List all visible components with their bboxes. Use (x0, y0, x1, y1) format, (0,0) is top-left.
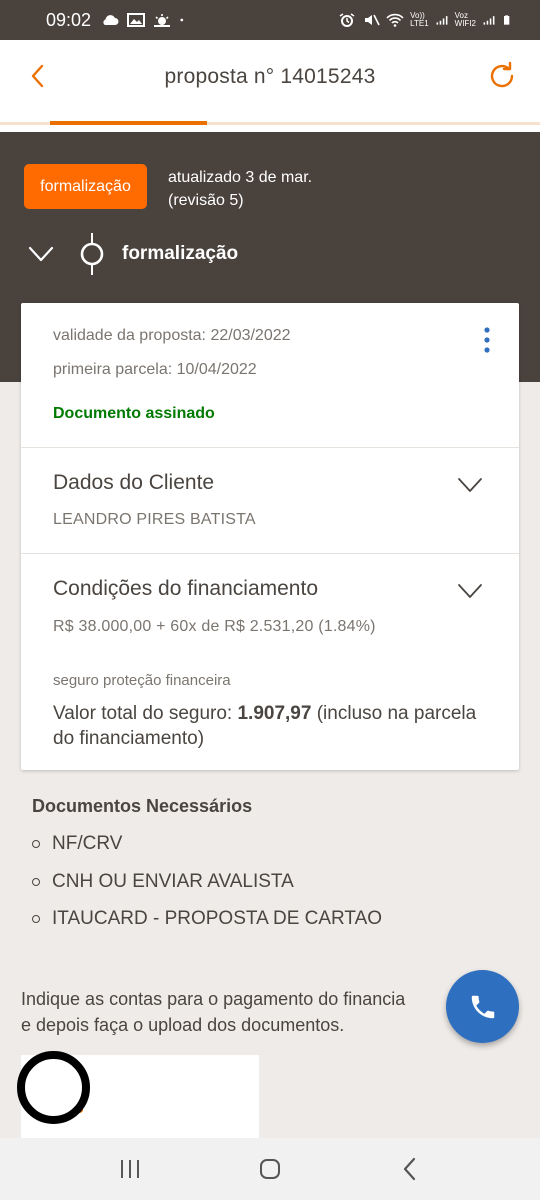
recents-icon (121, 1160, 139, 1178)
status-bar: 09:02 Vo)) LTE1 Voz WIFI2 (0, 0, 540, 40)
bullet-icon (32, 915, 40, 923)
stage-badge: formalização (24, 164, 147, 209)
financing-section-title[interactable]: Condições do financiamento (53, 577, 318, 601)
touch-indicator (17, 1051, 90, 1124)
document-label: NF/CRV (52, 833, 123, 854)
first-installment-text: primeira parcela: 10/04/2022 (53, 361, 257, 378)
back-icon (403, 1157, 416, 1181)
insurance-total-value: 1.907,97 (237, 703, 312, 724)
dot-icon (180, 18, 184, 22)
refresh-icon[interactable] (486, 60, 518, 92)
updated-info: atualizado 3 de mar. (revisão 5) (168, 166, 312, 212)
system-nav-bar (0, 1138, 540, 1200)
vowifi-label: Voz WIFI2 (454, 11, 476, 28)
stage-row[interactable]: formalização (28, 233, 239, 275)
updated-date: atualizado 3 de mar. (168, 169, 313, 186)
recents-button[interactable] (115, 1154, 145, 1184)
document-status: Documento assinado (53, 405, 215, 422)
image-icon (127, 13, 146, 27)
client-section-title[interactable]: Dados do Cliente (53, 471, 214, 495)
status-left-icons (101, 13, 189, 27)
instructions-line-1: Indique as contas para o pagamento do fi… (21, 989, 406, 1009)
documents-title: Documentos Necessários (32, 796, 253, 816)
insurance-total-prefix: Valor total do seguro: (53, 703, 233, 724)
proposal-card: validade da proposta: 22/03/2022 primeir… (21, 303, 519, 770)
list-item: ITAUCARD - PROPOSTA DE CARTAO (32, 908, 382, 930)
chevron-down-icon[interactable] (457, 583, 483, 599)
document-label: CNH OU ENVIAR AVALISTA (52, 871, 294, 892)
validity-text: validade da proposta: 22/03/2022 (53, 327, 291, 344)
divider (21, 553, 519, 554)
timeline-node-icon (80, 233, 104, 275)
revision-label: (revisão 5) (168, 192, 244, 209)
home-button[interactable] (255, 1154, 285, 1184)
list-item: NF/CRV (32, 833, 122, 855)
insurance-total: Valor total do seguro: 1.907,97 (incluso… (53, 701, 493, 751)
financing-summary: R$ 38.000,00 + 60x de R$ 2.531,20 (1.84%… (53, 618, 376, 635)
weather-icon (154, 14, 171, 27)
chevron-left-icon[interactable] (26, 64, 50, 88)
home-icon (260, 1159, 280, 1179)
mute-icon (365, 14, 380, 26)
phone-icon (471, 995, 494, 1018)
wifi-icon (386, 13, 404, 27)
page-title: proposta n° 14015243 (164, 65, 376, 88)
volte-label: Vo)) LTE1 (410, 11, 429, 28)
instructions-line-2: e depois faça o upload dos documentos. (21, 1015, 345, 1035)
chevron-down-icon[interactable] (28, 246, 54, 262)
alarm-icon (339, 13, 355, 27)
app-bar: proposta n° 14015243 (0, 40, 540, 114)
client-name: LEANDRO PIRES BATISTA (53, 511, 256, 528)
more-options-icon[interactable] (483, 327, 491, 353)
signal-icon (483, 16, 495, 25)
call-button[interactable] (446, 970, 519, 1043)
bullet-icon (32, 840, 40, 848)
progress-fill (50, 121, 207, 125)
divider (21, 447, 519, 448)
status-time: 09:02 (46, 9, 92, 30)
bullet-icon (32, 878, 40, 886)
status-right-icons: Vo)) LTE1 Voz WIFI2 (338, 12, 514, 28)
insurance-label: seguro proteção financeira (53, 672, 231, 689)
battery-icon (504, 15, 510, 25)
proposal-progress (0, 114, 540, 132)
signal-icon (436, 16, 448, 25)
list-item: CNH OU ENVIAR AVALISTA (32, 871, 294, 893)
cloud-icon (103, 15, 119, 25)
upload-instructions: Indique as contas para o pagamento do fi… (21, 986, 451, 1038)
back-button[interactable] (395, 1154, 425, 1184)
current-stage-label: formalização (122, 243, 239, 264)
chevron-down-icon[interactable] (457, 477, 483, 493)
document-label: ITAUCARD - PROPOSTA DE CARTAO (52, 908, 383, 929)
